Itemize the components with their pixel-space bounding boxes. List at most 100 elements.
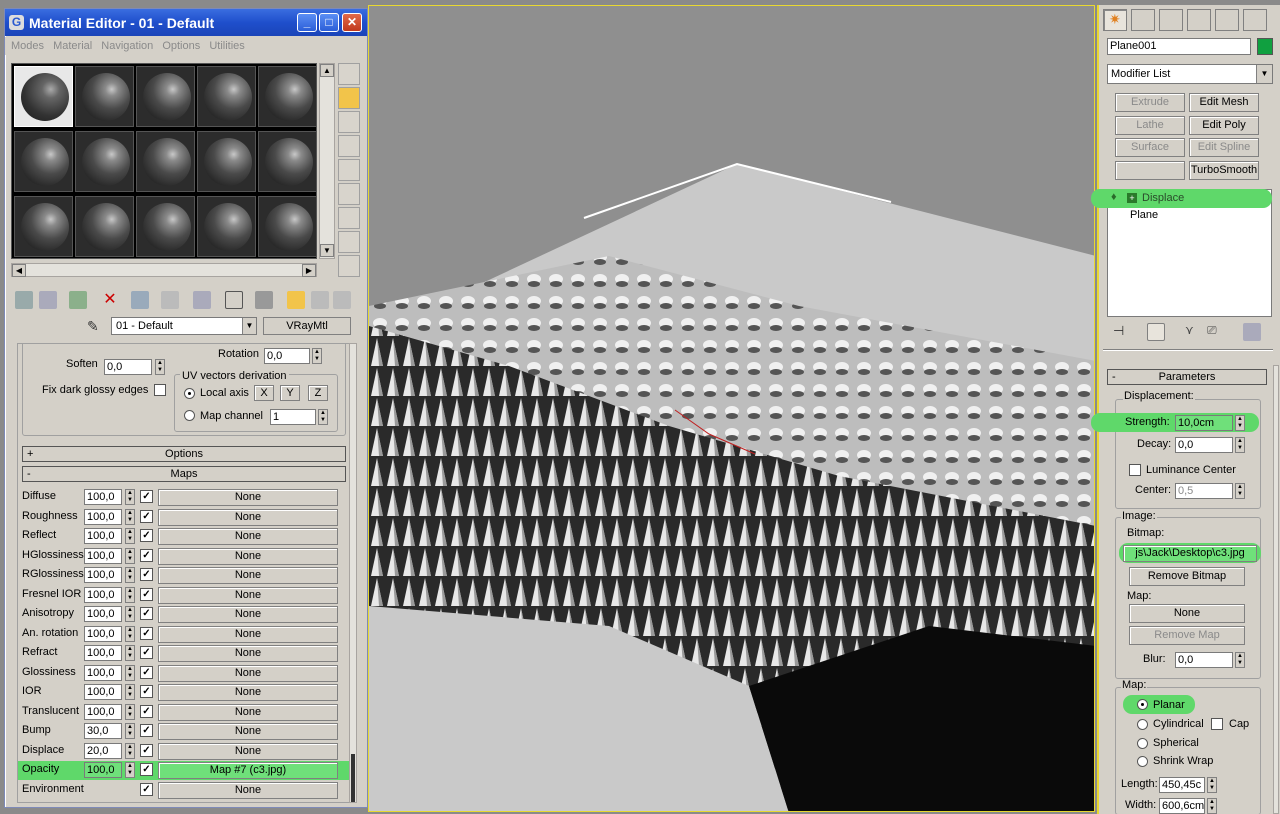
map-enable-checkbox[interactable]: ✓ [140, 665, 153, 679]
map-channel-spinner-arrows[interactable]: ▲ ▼ [318, 409, 328, 425]
scroll-left-icon[interactable]: ◀ [12, 264, 26, 277]
sample-slot[interactable] [197, 66, 256, 127]
map-amount-arrows[interactable]: ▲ ▼ [125, 489, 135, 505]
map-slot-button[interactable]: None [158, 606, 338, 623]
parameters-rollout-bar[interactable]: - Parameters [1107, 369, 1267, 385]
map-enable-checkbox[interactable]: ✓ [140, 782, 153, 796]
bitmap-button[interactable]: js\Jack\Desktop\c3.jpg [1123, 545, 1257, 562]
map-slot-button[interactable]: None [158, 625, 338, 643]
decay-spinner[interactable]: 0,0 [1175, 437, 1233, 453]
map-amount-arrows[interactable]: ▲ ▼ [125, 762, 135, 778]
map-slot-button[interactable]: None [158, 703, 338, 721]
map-amount-spinner[interactable]: 100,0 [84, 684, 122, 700]
map-amount-spinner[interactable]: 100,0 [84, 528, 122, 544]
map-slot-button[interactable]: Map #7 (c3.jpg) [158, 762, 338, 779]
map-amount-arrows[interactable]: ▲ ▼ [125, 508, 135, 525]
rollout-scrollbar[interactable] [349, 343, 357, 803]
select-by-material-icon[interactable] [338, 231, 360, 253]
menu-utilities[interactable]: Utilities [209, 37, 244, 55]
map-slot-button[interactable]: None [158, 723, 338, 740]
menu-navigation[interactable]: Navigation [101, 37, 153, 55]
modifier-list-dropdown[interactable]: Modifier List ▼ [1107, 64, 1273, 84]
sample-slot[interactable] [14, 66, 73, 127]
map-amount-spinner[interactable]: 100,0 [84, 664, 122, 681]
length-spinner-arrows[interactable]: ▲ ▼ [1207, 777, 1217, 793]
object-name-field[interactable]: Plane001 [1107, 38, 1251, 55]
map-slot-button[interactable]: None [158, 684, 338, 701]
sample-slot[interactable] [258, 66, 317, 127]
sample-slot[interactable] [136, 66, 195, 127]
material-name-field[interactable]: 01 - Default ▼ [111, 317, 257, 335]
show-end-result-icon[interactable] [287, 291, 305, 309]
sample-slot[interactable] [75, 66, 134, 127]
put-to-scene-icon[interactable] [39, 291, 57, 309]
scroll-down-icon[interactable]: ▼ [320, 244, 334, 257]
decay-spinner-arrows[interactable]: ▲ ▼ [1235, 437, 1245, 453]
map-slot-button[interactable]: None [158, 547, 338, 565]
rollout-scroll-thumb[interactable] [351, 754, 355, 802]
map-enable-checkbox[interactable]: ✓ [140, 587, 153, 601]
map-amount-arrows[interactable]: ▲ ▼ [125, 742, 135, 759]
map-channel-radio[interactable] [184, 410, 195, 421]
map-slot-button[interactable]: None [158, 781, 338, 799]
map-amount-arrows[interactable]: ▲ ▼ [125, 703, 135, 720]
sample-slot[interactable] [258, 131, 317, 192]
map-amount-arrows[interactable]: ▲ ▼ [125, 586, 135, 603]
spherical-radio[interactable] [1137, 738, 1148, 749]
center-spinner[interactable]: 0,5 [1175, 483, 1233, 499]
map-slot-button[interactable]: None [158, 508, 338, 526]
utilities-tab-icon[interactable] [1243, 9, 1267, 31]
length-spinner[interactable]: 450,45c [1159, 777, 1205, 793]
sample-slot[interactable] [136, 131, 195, 192]
map-slot-button[interactable]: None [158, 567, 338, 584]
map-amount-spinner[interactable]: 100,0 [84, 547, 122, 564]
object-color-swatch[interactable] [1257, 38, 1273, 55]
rotation-spinner-arrows[interactable]: ▲ ▼ [312, 348, 322, 364]
map-enable-checkbox[interactable]: ✓ [140, 685, 153, 698]
options-icon[interactable] [338, 207, 360, 229]
map-enable-checkbox[interactable]: ✓ [140, 490, 153, 503]
chevron-down-icon[interactable]: ▼ [242, 318, 256, 334]
luminance-center-checkbox[interactable] [1129, 464, 1141, 476]
perspective-viewport[interactable] [368, 5, 1095, 812]
map-enable-checkbox[interactable]: ✓ [140, 724, 153, 737]
sample-slot[interactable] [258, 196, 317, 257]
remove-bitmap-button[interactable]: Remove Bitmap [1129, 567, 1245, 586]
cap-checkbox[interactable] [1211, 718, 1223, 730]
blur-spinner[interactable]: 0,0 [1175, 652, 1233, 668]
reset-map-icon[interactable]: ✕ [101, 291, 119, 309]
sample-slot[interactable] [136, 196, 195, 257]
map-enable-checkbox[interactable]: ✓ [140, 743, 153, 757]
maps-rollout-bar[interactable]: - Maps [22, 466, 346, 482]
put-to-library-icon[interactable] [193, 291, 211, 309]
map-amount-spinner[interactable]: 100,0 [84, 586, 122, 603]
map-amount-spinner[interactable]: 100,0 [84, 489, 122, 505]
remove-map-button[interactable]: Remove Map [1129, 626, 1245, 645]
sample-type-icon[interactable] [338, 63, 360, 85]
menu-options[interactable]: Options [162, 37, 200, 55]
cylindrical-radio[interactable] [1137, 719, 1148, 730]
map-amount-arrows[interactable]: ▲ ▼ [125, 664, 135, 681]
map-slot-button[interactable]: None [158, 664, 338, 682]
edit-spline-button[interactable]: Edit Spline [1189, 138, 1259, 157]
map-enable-checkbox[interactable]: ✓ [140, 646, 153, 659]
sample-uv-tiling-icon[interactable] [338, 135, 360, 157]
map-amount-spinner[interactable]: 100,0 [84, 606, 122, 622]
map-slot-button[interactable]: None [158, 586, 338, 604]
edit-poly-button[interactable]: Edit Poly [1189, 116, 1259, 135]
map-slot-button[interactable]: None [158, 645, 338, 662]
center-spinner-arrows[interactable]: ▲ ▼ [1235, 483, 1245, 499]
map-slot-button[interactable]: None [158, 742, 338, 760]
lightbulb-icon[interactable]: ♦ [1111, 191, 1117, 203]
planar-radio[interactable] [1137, 699, 1148, 710]
material-map-navigator-icon[interactable] [338, 255, 360, 277]
sample-slot[interactable] [14, 196, 73, 257]
remove-modifier-icon[interactable]: ⎚ [1207, 323, 1225, 341]
display-tab-icon[interactable] [1215, 9, 1239, 31]
sample-slot[interactable] [197, 131, 256, 192]
map-enable-checkbox[interactable]: ✓ [140, 704, 153, 718]
soften-spinner-arrows[interactable]: ▲ ▼ [155, 359, 165, 375]
map-enable-checkbox[interactable]: ✓ [140, 548, 153, 562]
map-slot-button[interactable]: None [158, 489, 338, 506]
sample-slot[interactable] [75, 131, 134, 192]
